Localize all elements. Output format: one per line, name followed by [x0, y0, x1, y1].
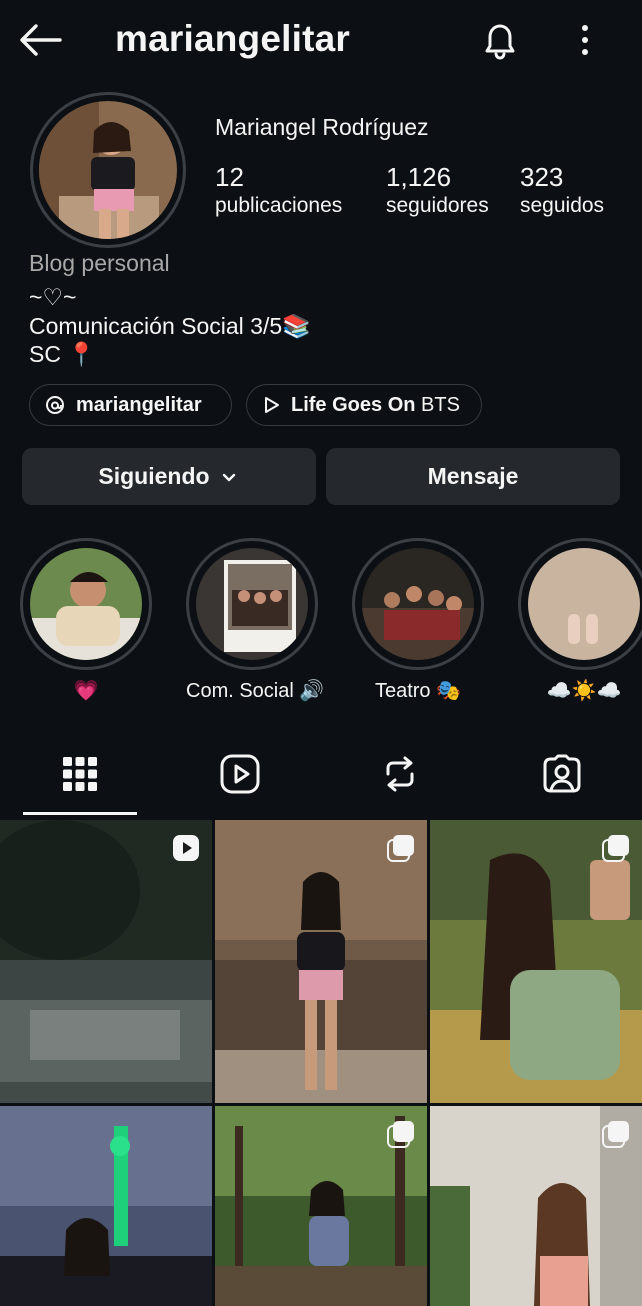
highlight-item[interactable]: Com. Social 🔊: [186, 538, 325, 703]
highlight-cover: [528, 548, 640, 660]
carousel-badge-icon: [387, 1121, 414, 1148]
music-chip[interactable]: Life Goes On BTS: [246, 384, 482, 426]
highlight-label: ☁️☀️☁️: [546, 680, 622, 702]
following-button-label: Siguiendo: [98, 463, 210, 489]
tab-posts[interactable]: [23, 748, 137, 800]
highlight-item[interactable]: ☁️☀️☁️: [518, 538, 642, 703]
music-chip-artist: BTS: [415, 393, 460, 416]
highlight-label: 💗: [73, 680, 99, 702]
profile-category: Blog personal: [29, 250, 170, 276]
reel-badge-icon: [173, 835, 199, 861]
threads-chip-label: mariangelitar: [76, 393, 202, 416]
music-chip-song: Life Goes On: [291, 393, 416, 416]
tab-reels[interactable]: [183, 748, 297, 800]
posts-count[interactable]: 12 publicaciones: [215, 160, 342, 218]
grid-post[interactable]: [0, 1106, 212, 1306]
reposts-icon: [386, 756, 414, 792]
bio-line: ~♡~: [29, 284, 77, 310]
chevron-down-icon: [222, 473, 235, 481]
grid-post[interactable]: [0, 820, 212, 1103]
tab-reposts[interactable]: [343, 748, 457, 800]
grid-post[interactable]: [430, 820, 642, 1103]
active-tab-indicator: [23, 812, 137, 815]
highlight-label: Teatro 🎭: [374, 680, 462, 702]
highlight-cover: [196, 548, 308, 660]
highlight-item[interactable]: 💗: [20, 538, 152, 703]
reels-icon: [220, 754, 260, 794]
back-arrow-icon: [20, 24, 62, 56]
highlight-cover: [362, 548, 474, 660]
more-vertical-icon: [582, 25, 588, 55]
message-button[interactable]: Mensaje: [326, 448, 620, 505]
more-options-button[interactable]: [570, 22, 600, 58]
play-icon: [265, 397, 279, 413]
carousel-badge-icon: [602, 835, 629, 862]
highlight-item[interactable]: Teatro 🎭: [352, 538, 484, 703]
grid-post[interactable]: [430, 1106, 642, 1306]
followers-count[interactable]: 1,126 seguidores: [386, 160, 489, 218]
following-count[interactable]: 323 seguidos: [520, 160, 604, 218]
bio-line: SC 📍: [29, 341, 96, 367]
tagged-icon: [543, 754, 581, 793]
message-button-label: Mensaje: [427, 463, 519, 489]
profile-photo: [39, 101, 177, 239]
threads-link-chip[interactable]: mariangelitar: [29, 384, 232, 426]
grid-post[interactable]: [215, 1106, 427, 1306]
grid-post[interactable]: [215, 820, 427, 1103]
threads-icon: [46, 396, 64, 414]
bio-line: Comunicación Social 3/5📚: [29, 313, 311, 339]
back-button[interactable]: [18, 20, 66, 60]
following-button[interactable]: Siguiendo: [22, 448, 316, 505]
page-title: mariangelitar: [115, 18, 350, 59]
tab-tagged[interactable]: [505, 748, 619, 800]
avatar[interactable]: [30, 92, 186, 248]
notifications-button[interactable]: [478, 18, 522, 62]
grid-icon: [63, 757, 97, 791]
full-name: Mariangel Rodríguez: [215, 114, 429, 140]
carousel-badge-icon: [602, 1121, 629, 1148]
highlight-label: Com. Social 🔊: [186, 680, 325, 702]
carousel-badge-icon: [387, 835, 414, 862]
bell-icon: [485, 24, 515, 60]
highlight-cover: [30, 548, 142, 660]
